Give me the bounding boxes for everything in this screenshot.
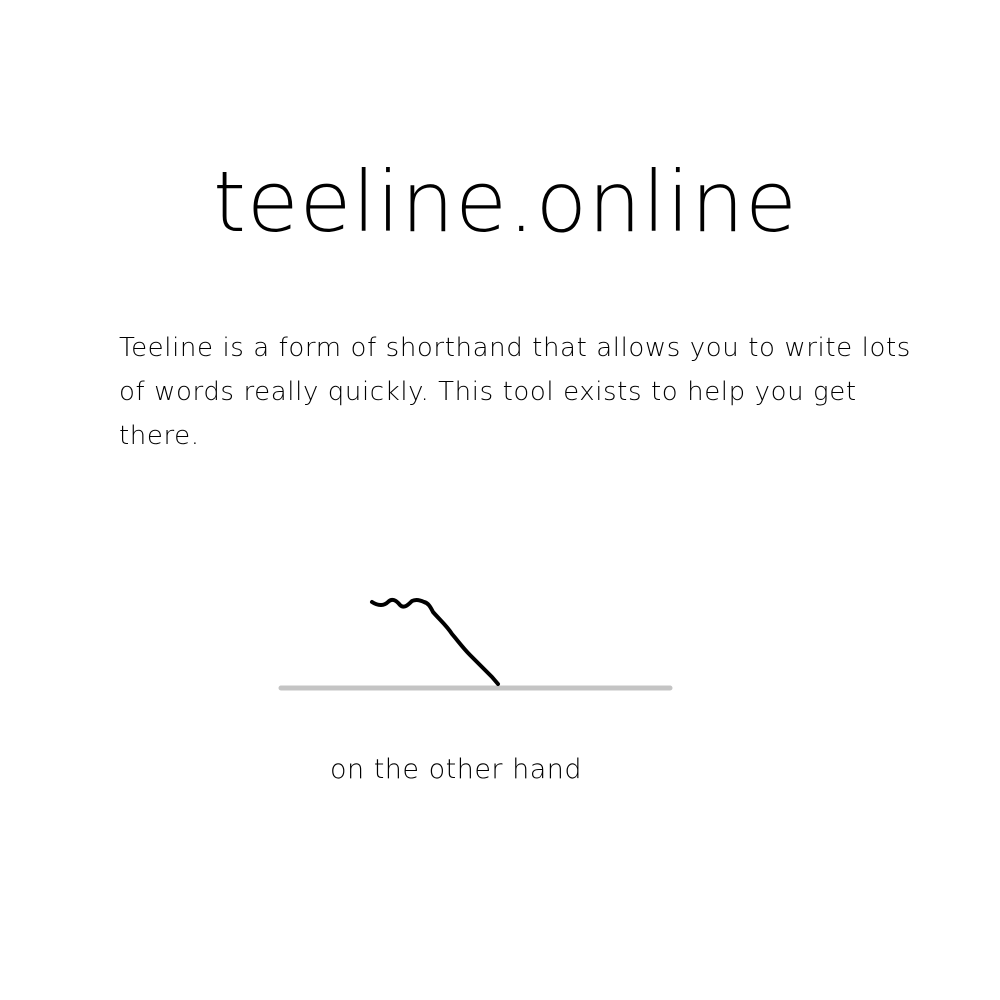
shorthand-outline-icon [370, 597, 500, 686]
practice-phrase[interactable]: on the other hand [330, 754, 582, 785]
page: teeline.online Teeline is a form of shor… [0, 0, 1000, 1000]
shorthand-canvas[interactable] [0, 0, 1000, 1000]
